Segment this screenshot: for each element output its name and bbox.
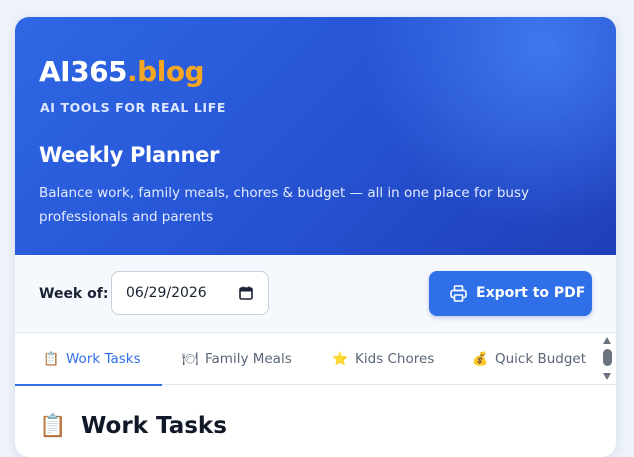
star-icon: ⭐ (332, 352, 349, 367)
section-heading: 📋 Work Tasks (39, 413, 227, 439)
week-label: Week of: (39, 286, 109, 302)
brand-logo[interactable]: AI365.blog (39, 55, 205, 89)
money-bag-icon: 💰 (472, 352, 489, 367)
tab-quick-budget[interactable]: 💰 Quick Budget (452, 333, 602, 385)
brand-name-main: AI365 (39, 55, 128, 88)
export-pdf-label: Export to PDF (476, 285, 586, 301)
printer-icon (450, 285, 467, 302)
tabs-scrollbar[interactable] (601, 335, 614, 383)
tab-label: Work Tasks (66, 351, 141, 367)
tab-label: Family Meals (205, 351, 292, 367)
hero-header: AI365.blog AI TOOLS FOR REAL LIFE Weekly… (15, 17, 616, 255)
tab-kids-chores[interactable]: ⭐ Kids Chores (312, 333, 452, 385)
plate-icon: 🍽 (182, 352, 199, 367)
planner-card: AI365.blog AI TOOLS FOR REAL LIFE Weekly… (15, 17, 616, 457)
scroll-down-arrow-icon[interactable] (603, 373, 611, 380)
calendar-icon[interactable] (239, 286, 253, 300)
tab-family-meals[interactable]: 🍽 Family Meals (162, 333, 312, 385)
tab-bar: 📋 Work Tasks 🍽 Family Meals ⭐ Kids Chores 💰… (15, 333, 616, 386)
brand-tagline: AI TOOLS FOR REAL LIFE (40, 100, 226, 115)
section-title-text: Work Tasks (81, 413, 227, 439)
export-pdf-button[interactable]: Export to PDF (429, 271, 592, 316)
tab-label: Quick Budget (495, 351, 587, 367)
clipboard-icon: 📋 (43, 352, 60, 367)
week-toolbar: Week of: 06/29/2026 Export to PDF (15, 255, 616, 333)
brand-name-accent: .blog (127, 55, 205, 88)
scroll-up-arrow-icon[interactable] (603, 337, 611, 344)
tab-work-tasks[interactable]: 📋 Work Tasks (15, 333, 162, 386)
week-date-input[interactable]: 06/29/2026 (111, 271, 269, 315)
clipboard-icon: 📋 (39, 414, 67, 439)
tab-label: Kids Chores (355, 351, 435, 367)
page-subtitle: Balance work, family meals, chores & bud… (39, 185, 530, 225)
page-title: Weekly Planner (39, 143, 220, 167)
date-value: 06/29/2026 (126, 285, 207, 301)
scroll-thumb[interactable] (603, 349, 612, 366)
